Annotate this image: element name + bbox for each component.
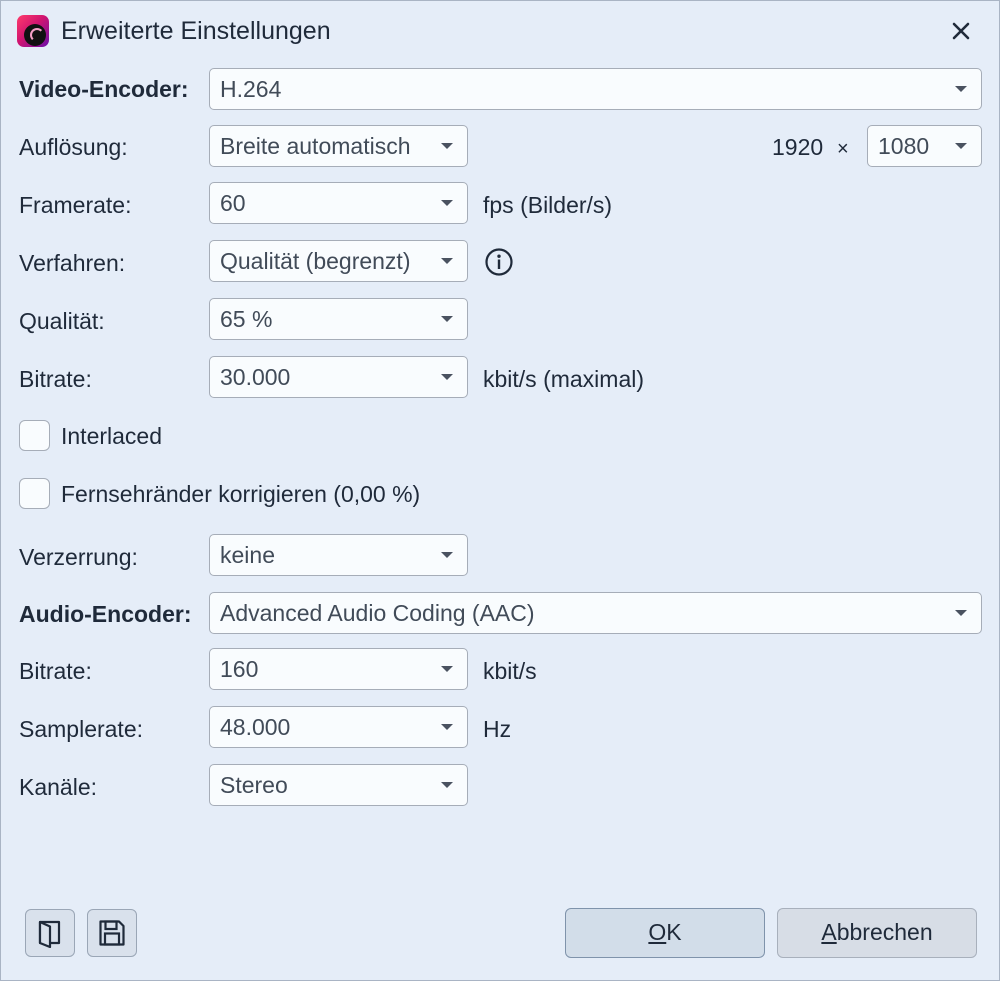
chevron-down-icon (441, 200, 453, 206)
framerate-unit: fps (Bilder/s) (483, 192, 613, 218)
quality-label: Qualität: (19, 308, 105, 334)
chevron-down-icon (441, 666, 453, 672)
open-file-icon (38, 920, 61, 948)
open-preset-button[interactable] (25, 909, 75, 957)
cancel-button[interactable]: Abbrechen (777, 908, 977, 958)
framerate-label: Framerate: (19, 192, 132, 218)
resolution-height-select[interactable]: 1080 (867, 125, 982, 167)
chevron-down-icon (955, 86, 967, 92)
audio-encoder-value: Advanced Audio Coding (AAC) (220, 600, 535, 626)
resolution-value: Breite automatisch (220, 133, 411, 159)
distortion-value: keine (220, 542, 275, 568)
cancel-label-rest: bbrechen (836, 919, 933, 945)
ok-button[interactable]: OK (565, 908, 765, 958)
chevron-down-icon (955, 610, 967, 616)
interlaced-checkbox[interactable] (19, 420, 50, 451)
channels-value: Stereo (220, 772, 288, 798)
video-encoder-select[interactable]: H.264 (209, 68, 982, 110)
chevron-down-icon (441, 552, 453, 558)
interlaced-label[interactable]: Interlaced (61, 421, 162, 451)
framerate-select[interactable]: 60 (209, 182, 468, 224)
cancel-mnemonic: A (821, 919, 837, 945)
distortion-label: Verzerrung: (19, 544, 138, 570)
chevron-down-icon (441, 143, 453, 149)
samplerate-label: Samplerate: (19, 716, 144, 742)
save-icon (99, 920, 125, 946)
samplerate-select[interactable]: 48.000 (209, 706, 468, 748)
distortion-select[interactable]: keine (209, 534, 468, 576)
tv-borders-label[interactable]: Fernsehränder korrigieren (0,00 %) (61, 479, 420, 509)
close-button[interactable] (945, 15, 977, 47)
video-bitrate-label: Bitrate: (19, 366, 92, 392)
chevron-down-icon (441, 724, 453, 730)
video-encoder-value: H.264 (220, 76, 282, 102)
resolution-select[interactable]: Breite automatisch (209, 125, 468, 167)
ok-mnemonic: O (648, 919, 667, 945)
resolution-height-value: 1080 (878, 133, 930, 159)
samplerate-unit: Hz (483, 716, 512, 742)
chevron-down-icon (955, 143, 967, 149)
method-select[interactable]: Qualität (begrenzt) (209, 240, 468, 282)
channels-label: Kanäle: (19, 774, 98, 800)
audio-bitrate-select[interactable]: 160 (209, 648, 468, 690)
framerate-value: 60 (220, 190, 246, 216)
video-bitrate-value: 30.000 (220, 364, 291, 390)
close-icon (952, 22, 970, 40)
quality-select[interactable]: 65 % (209, 298, 468, 340)
chevron-down-icon (441, 782, 453, 788)
quality-value: 65 % (220, 306, 273, 332)
video-bitrate-unit: kbit/s (maximal) (483, 366, 645, 392)
window-title: Erweiterte Einstellungen (61, 17, 331, 45)
chevron-down-icon (441, 316, 453, 322)
tv-borders-checkbox[interactable] (19, 478, 50, 509)
times-symbol: × (837, 138, 849, 160)
video-bitrate-select[interactable]: 30.000 (209, 356, 468, 398)
audio-bitrate-value: 160 (220, 656, 259, 682)
video-encoder-label: Video-Encoder: (19, 76, 189, 102)
method-label: Verfahren: (19, 250, 126, 276)
ok-label-rest: K (666, 919, 682, 945)
audio-encoder-label: Audio-Encoder: (19, 601, 192, 627)
chevron-down-icon (441, 258, 453, 264)
method-value: Qualität (begrenzt) (220, 248, 411, 274)
resolution-width: 1920 (772, 134, 824, 160)
audio-bitrate-unit: kbit/s (483, 658, 537, 684)
info-icon[interactable] (484, 247, 514, 277)
resolution-label: Auflösung: (19, 134, 128, 160)
samplerate-value: 48.000 (220, 714, 291, 740)
audio-bitrate-label: Bitrate: (19, 658, 92, 684)
advanced-settings-dialog: Erweiterte Einstellungen Video-Encoder: … (0, 0, 1000, 981)
audio-encoder-select[interactable]: Advanced Audio Coding (AAC) (209, 592, 982, 634)
title-bar: Erweiterte Einstellungen (1, 1, 999, 61)
chevron-down-icon (441, 374, 453, 380)
app-logo-icon (17, 15, 49, 47)
channels-select[interactable]: Stereo (209, 764, 468, 806)
save-preset-button[interactable] (87, 909, 137, 957)
